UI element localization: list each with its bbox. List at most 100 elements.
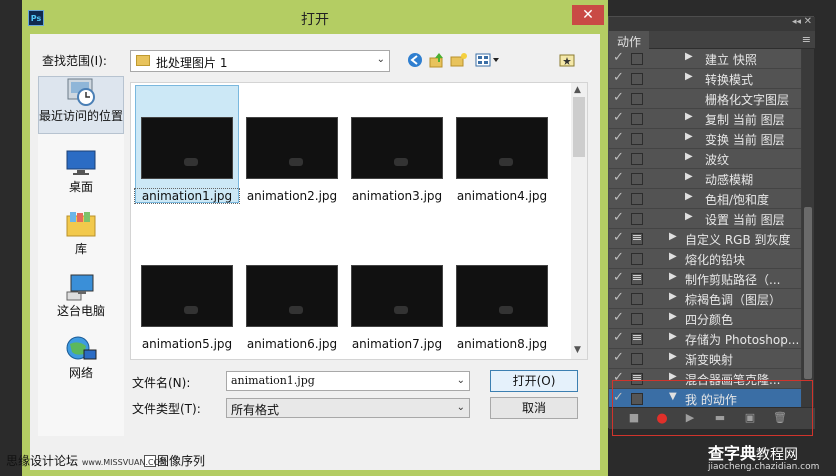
scroll-down-icon[interactable]: ▼ — [574, 345, 581, 355]
action-row[interactable]: ✓ ▶ 复制 当前 图层 — [609, 109, 801, 129]
dialog-toggle-icon[interactable] — [631, 253, 643, 265]
dialog-toggle-icon[interactable] — [631, 173, 643, 185]
action-row[interactable]: ✓ 栅格化文字图层 — [609, 89, 801, 109]
scroll-up-icon[interactable]: ▲ — [574, 85, 581, 95]
image-thumbnail — [246, 117, 338, 179]
computer-icon — [66, 274, 94, 301]
dialog-toggle-icon[interactable] — [631, 353, 643, 365]
expand-triangle-icon[interactable]: ▶ — [685, 71, 693, 82]
dialog-toggle-icon[interactable] — [631, 273, 643, 285]
check-icon[interactable]: ✓ — [613, 70, 627, 85]
collapse-panel-icon[interactable]: ◂◂ — [792, 17, 801, 27]
filename-input[interactable]: animation1.jpg ⌄ — [226, 371, 470, 391]
close-panel-icon[interactable]: ✕ — [804, 16, 812, 27]
action-row[interactable]: ✓ ▶ 制作剪贴路径（... — [609, 269, 801, 289]
bridge-folder-button[interactable] — [558, 52, 576, 70]
check-icon[interactable]: ✓ — [613, 110, 627, 125]
place-computer[interactable]: 这台电脑 — [38, 272, 124, 319]
expand-triangle-icon[interactable]: ▶ — [669, 231, 677, 242]
expand-triangle-icon[interactable]: ▶ — [685, 151, 693, 162]
check-icon[interactable]: ✓ — [613, 130, 627, 145]
dialog-toggle-icon[interactable] — [631, 113, 643, 125]
action-row[interactable]: ✓ ▶ 建立 快照 — [609, 49, 801, 69]
dialog-toggle-icon[interactable] — [631, 153, 643, 165]
check-icon[interactable]: ✓ — [613, 330, 627, 345]
dialog-toggle-icon[interactable] — [631, 193, 643, 205]
dialog-toggle-icon[interactable] — [631, 293, 643, 305]
dialog-toggle-icon[interactable] — [631, 313, 643, 325]
check-icon[interactable]: ✓ — [613, 230, 627, 245]
open-button[interactable]: 打开(O) — [490, 370, 578, 392]
place-network[interactable]: 网络 — [38, 334, 124, 381]
check-icon[interactable]: ✓ — [613, 250, 627, 265]
chevron-down-icon[interactable]: ⌄ — [457, 375, 465, 386]
expand-triangle-icon[interactable]: ▶ — [669, 311, 677, 322]
tab-actions[interactable]: 动作 — [609, 31, 650, 49]
file-list-scrollbar[interactable]: ▲ ▼ — [571, 83, 587, 359]
cancel-button[interactable]: 取消 — [490, 397, 578, 419]
check-icon[interactable]: ✓ — [613, 170, 627, 185]
action-row[interactable]: ✓ ▶ 存储为 Photoshop... — [609, 329, 801, 349]
expand-triangle-icon[interactable]: ▶ — [669, 251, 677, 262]
place-recent[interactable]: 最近访问的位置 — [38, 76, 124, 134]
network-icon — [66, 336, 97, 360]
place-libraries[interactable]: 库 — [38, 210, 124, 257]
scrollbar-thumb[interactable] — [573, 97, 585, 157]
check-icon[interactable]: ✓ — [613, 270, 627, 285]
check-icon[interactable]: ✓ — [613, 190, 627, 205]
dialog-toggle-icon[interactable] — [631, 213, 643, 225]
action-row[interactable]: ✓ ▶ 转换模式 — [609, 69, 801, 89]
expand-triangle-icon[interactable]: ▶ — [685, 191, 693, 202]
action-row[interactable]: ✓ ▶ 变换 当前 图层 — [609, 129, 801, 149]
image-thumbnail — [351, 117, 443, 179]
action-row[interactable]: ✓ ▶ 棕褐色调（图层） — [609, 289, 801, 309]
expand-triangle-icon[interactable]: ▶ — [685, 211, 693, 222]
dialog-toggle-icon[interactable] — [631, 53, 643, 65]
expand-triangle-icon[interactable]: ▶ — [669, 291, 677, 302]
expand-triangle-icon[interactable]: ▶ — [669, 331, 677, 342]
action-row[interactable]: ✓ ▶ 四分颜色 — [609, 309, 801, 329]
expand-triangle-icon[interactable]: ▶ — [685, 51, 693, 62]
place-desktop[interactable]: 桌面 — [38, 148, 124, 195]
expand-triangle-icon[interactable]: ▶ — [669, 271, 677, 282]
dialog-titlebar[interactable]: Ps 打开 ✕ — [22, 0, 608, 34]
scrollbar-thumb[interactable] — [804, 207, 812, 379]
action-row[interactable]: ✓ ▶ 自定义 RGB 到灰度 — [609, 229, 801, 249]
action-row[interactable]: ✓ ▶ 波纹 — [609, 149, 801, 169]
check-icon[interactable]: ✓ — [613, 50, 627, 65]
expand-triangle-icon[interactable]: ▶ — [669, 351, 677, 362]
action-row[interactable]: ✓ ▶ 动感模糊 — [609, 169, 801, 189]
check-icon[interactable]: ✓ — [613, 310, 627, 325]
close-button[interactable]: ✕ — [572, 5, 604, 25]
action-label: 建立 快照 — [705, 53, 757, 67]
expand-triangle-icon[interactable]: ▶ — [685, 111, 693, 122]
dialog-toggle-icon[interactable] — [631, 73, 643, 85]
dialog-toggle-icon[interactable] — [631, 93, 643, 105]
check-icon[interactable]: ✓ — [613, 350, 627, 365]
image-thumbnail — [246, 265, 338, 327]
panel-menu-icon[interactable]: ≡ — [802, 33, 811, 46]
back-button[interactable] — [406, 52, 424, 70]
view-menu-button[interactable] — [474, 52, 502, 70]
action-row[interactable]: ✓ ▶ 熔化的铅块 — [609, 249, 801, 269]
check-icon[interactable]: ✓ — [613, 90, 627, 105]
expand-triangle-icon[interactable]: ▶ — [685, 131, 693, 142]
action-row[interactable]: ✓ ▶ 色相/饱和度 — [609, 189, 801, 209]
new-folder-icon — [450, 53, 467, 67]
filetype-select[interactable]: 所有格式 ⌄ — [226, 398, 470, 418]
dialog-toggle-icon[interactable] — [631, 333, 643, 345]
actions-scrollbar[interactable] — [802, 49, 814, 407]
action-row[interactable]: ✓ ▶ 设置 当前 图层 — [609, 209, 801, 229]
dialog-toggle-icon[interactable] — [631, 133, 643, 145]
dialog-toggle-icon[interactable] — [631, 233, 643, 245]
check-icon[interactable]: ✓ — [613, 210, 627, 225]
look-in-combo[interactable]: 批处理图片 1 ⌄ — [130, 50, 390, 72]
expand-triangle-icon[interactable]: ▶ — [685, 171, 693, 182]
check-icon[interactable]: ✓ — [613, 150, 627, 165]
action-label: 制作剪贴路径（... — [685, 273, 781, 287]
check-icon[interactable]: ✓ — [613, 290, 627, 305]
action-row[interactable]: ✓ ▶ 渐变映射 — [609, 349, 801, 369]
new-folder-button[interactable] — [450, 52, 468, 70]
file-list[interactable]: animation1.jpg animation2.jpg animation3… — [130, 82, 588, 360]
up-folder-button[interactable] — [428, 52, 446, 70]
